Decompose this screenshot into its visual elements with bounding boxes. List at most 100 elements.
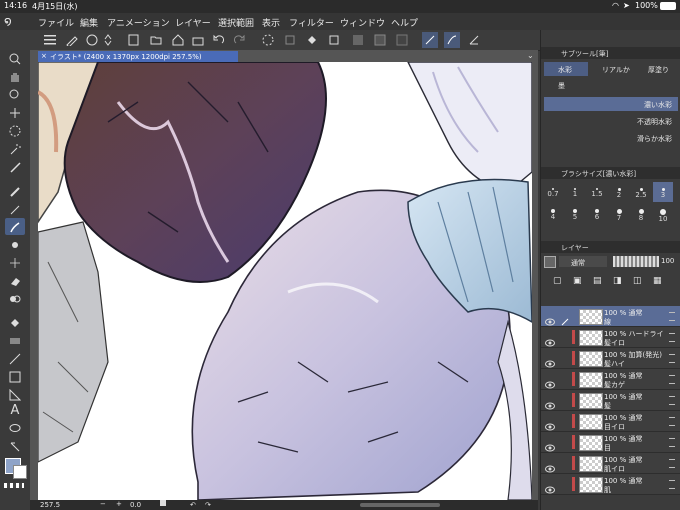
decoration-tool-icon[interactable] [5,254,25,271]
drawing-canvas[interactable] [38,62,532,500]
mask-icon[interactable]: ◨ [613,276,622,286]
size-cell[interactable]: 1 [565,182,585,202]
layer-row[interactable]: 100 % 通常 目イロ [541,411,680,432]
object-select-icon[interactable] [5,86,25,103]
menu-view[interactable]: 表示 [262,16,280,29]
size-cell[interactable]: 6 [587,206,607,226]
border-icon[interactable] [394,32,410,48]
menu-layer[interactable]: レイヤー [175,16,211,29]
menu-selection[interactable]: 選択範囲 [218,16,254,29]
special-ruler-snap-icon[interactable] [444,32,460,48]
pen-tool-icon[interactable] [5,182,25,199]
size-cell-selected[interactable]: 3 [653,182,673,202]
gradient-icon[interactable] [372,32,388,48]
subtool-tab-ink[interactable]: 墨 [544,78,588,92]
size-cell[interactable]: 7 [609,206,629,226]
opacity-slider[interactable] [613,256,659,267]
ruler-tool-icon[interactable] [5,386,25,403]
correct-line-tool-icon[interactable] [5,438,25,455]
hand-tool-icon[interactable] [5,68,25,85]
menu-animation[interactable]: アニメーション [107,16,170,29]
size-cell[interactable]: 5 [565,206,585,226]
visibility-eye-icon[interactable] [545,479,555,498]
layer-row[interactable]: 100 % 通常 髪カゲ [541,369,680,390]
clip-icon[interactable]: ◫ [633,276,642,286]
zoom-in-button[interactable]: + [116,500,122,508]
rotation-value[interactable]: 0.0 [130,501,141,509]
layer-menu-icon[interactable] [669,375,675,384]
layer-menu-icon[interactable] [669,459,675,468]
brush-tool-icon[interactable] [5,218,25,235]
save-icon[interactable] [170,32,186,48]
new-folder-icon[interactable]: ▤ [593,276,602,286]
brush-item-smooth-watercolor[interactable]: 滑らか水彩 [544,131,678,145]
horizontal-scrollbar[interactable] [360,503,440,507]
layer-row[interactable]: 100 % ハードライ 髪イロ [541,327,680,348]
menu-help[interactable]: ヘルプ [391,16,418,29]
sub-color-swatch[interactable] [13,465,27,479]
menu-file[interactable]: ファイル [38,16,74,29]
close-tab-icon[interactable]: × [41,52,47,60]
stepper-icon[interactable] [100,32,116,48]
menu-filter[interactable]: フィルター [289,16,334,29]
layer-menu-icon[interactable] [669,354,675,363]
chevron-down-icon[interactable]: ⌄ [527,51,534,60]
canvas-tab[interactable]: × イラスト* (2400 x 1370px 1200dpi 257.5%) [38,51,238,62]
layer-row[interactable]: 100 % 通常 肌イロ [541,453,680,474]
subtool-tab-real[interactable]: リアルか [590,62,634,76]
layer-row[interactable]: 100 % 通常髪 [541,390,680,411]
brush-item-opaque-watercolor[interactable]: 不透明水彩 [544,114,678,128]
zoom-value[interactable]: 257.5 [40,501,60,509]
menu-edit[interactable]: 編集 [80,16,98,29]
zoom-out-button[interactable]: − [100,500,106,508]
grid-snap-icon[interactable] [466,32,482,48]
app-logo-icon[interactable]: ໑ [4,14,12,28]
fill-tool-icon[interactable] [5,314,25,331]
marquee-select-icon[interactable] [5,122,25,139]
new-raster-layer-icon[interactable]: ▢ [553,276,562,286]
layer-row[interactable]: 100 % 通常線 [541,306,680,327]
layer-row[interactable]: 100 % 加算(発光) 髪ハイ [541,348,680,369]
adjust-icon[interactable] [84,32,100,48]
subtool-tab-thick[interactable]: 厚塗り [636,62,678,76]
size-cell[interactable]: 2 [609,182,629,202]
move-tool-icon[interactable] [5,104,25,121]
new-file-icon[interactable] [126,32,142,48]
layer-menu-icon[interactable] [669,396,675,405]
airbrush-tool-icon[interactable] [5,236,25,253]
layer-color-icon[interactable] [544,256,556,268]
delete-layer-icon[interactable]: ▦ [653,276,662,286]
size-cell[interactable]: 1.5 [587,182,607,202]
transform-icon[interactable] [326,32,342,48]
layer-menu-icon[interactable] [669,417,675,426]
undo-icon[interactable] [210,32,226,48]
size-cell[interactable]: 8 [631,206,651,226]
rotate-left-icon[interactable]: ↶ [190,501,196,509]
fill-icon[interactable] [304,32,320,48]
size-cell[interactable]: 0.7 [543,182,563,202]
size-cell[interactable]: 10 [653,206,673,226]
fit-screen-icon[interactable] [160,500,166,506]
selection-invert-icon[interactable] [350,32,366,48]
pen-settings-icon[interactable] [64,32,80,48]
text-tool-icon[interactable]: A [5,402,25,419]
ruler-snap-icon[interactable] [422,32,438,48]
size-cell[interactable]: 4 [543,206,563,226]
layer-menu-icon[interactable] [669,438,675,447]
transparent-color-swatch[interactable] [4,483,24,488]
layer-menu-icon[interactable] [669,333,675,342]
subtool-tab-watercolor[interactable]: 水彩 [544,62,588,76]
clear-selection-icon[interactable] [260,32,276,48]
export-icon[interactable] [190,32,206,48]
blend-mode-select[interactable]: 通常 [559,256,607,267]
gradient-tool-icon[interactable] [5,332,25,349]
rotate-right-icon[interactable]: ↷ [205,501,211,509]
frame-tool-icon[interactable] [5,368,25,385]
redo-icon[interactable] [232,32,248,48]
size-cell[interactable]: 2.5 [631,182,651,202]
layer-row[interactable]: 100 % 通常目 [541,432,680,453]
hamburger-menu-icon[interactable] [42,32,58,48]
balloon-tool-icon[interactable] [5,420,25,437]
eyedropper-icon[interactable] [5,158,25,175]
pencil-tool-icon[interactable] [5,200,25,217]
